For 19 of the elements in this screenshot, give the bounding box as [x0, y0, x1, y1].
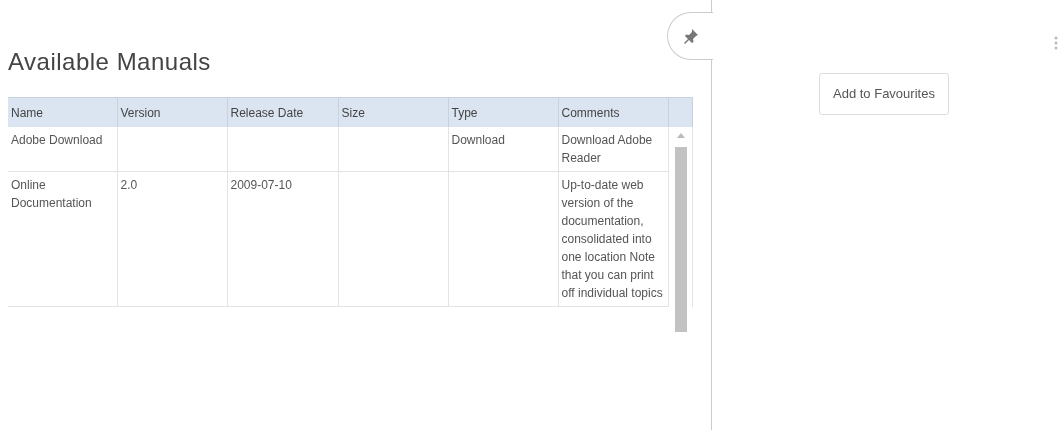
table-cell: Up-to-date web version of the documentation, consolidated into one location Note that you can print off individual topics — [561, 178, 663, 301]
column-header[interactable]: Name — [8, 97, 117, 128]
scroll-up-icon[interactable] — [676, 133, 685, 139]
grip-icon[interactable] — [1054, 36, 1058, 50]
column-header[interactable]: Size — [338, 97, 448, 128]
column-header[interactable]: Version — [117, 97, 227, 128]
add-to-favourites-button[interactable]: Add to Favourites — [819, 73, 949, 115]
scrollbar-thumb[interactable] — [674, 147, 687, 333]
table-cell: Adobe Download — [11, 133, 103, 148]
table-cell: 2.0 — [120, 178, 138, 193]
table-cell: Download — [451, 133, 505, 148]
pin-button[interactable] — [667, 12, 713, 60]
column-header[interactable]: Release Date — [227, 97, 338, 128]
table-cell: Online Documentation — [11, 178, 92, 211]
table-cell: Download Adobe Reader — [561, 133, 653, 166]
page-title: Available Manuals — [8, 48, 212, 77]
column-header[interactable]: Comments — [558, 97, 668, 128]
column-header[interactable]: Type — [448, 97, 558, 128]
table-cell: 2009-07-10 — [230, 178, 292, 193]
